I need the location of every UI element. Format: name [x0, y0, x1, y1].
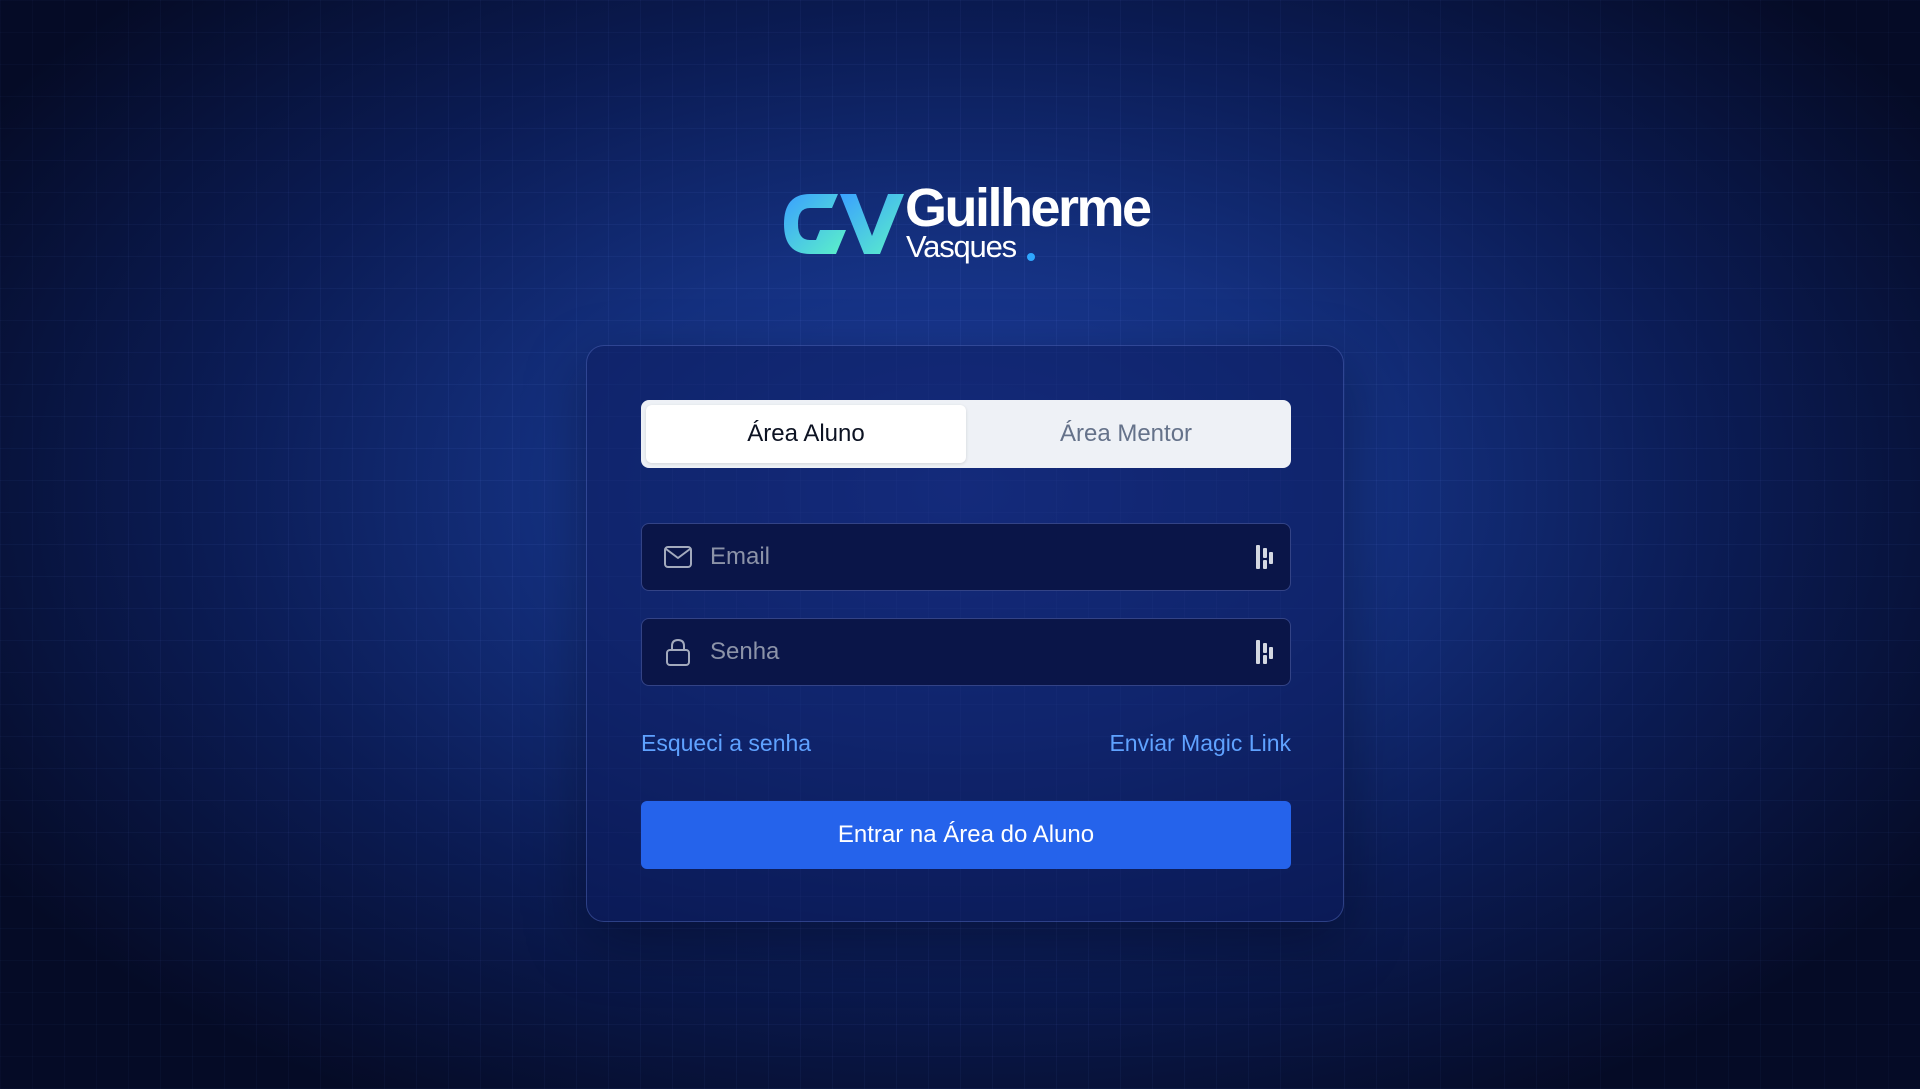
- area-tabs: Área Aluno Área Mentor: [641, 400, 1291, 468]
- password-manager-icon[interactable]: [1254, 544, 1276, 570]
- magic-link-link[interactable]: Enviar Magic Link: [1109, 730, 1291, 757]
- login-card: Área Aluno Área Mentor Email Esqueci a s…: [586, 345, 1344, 922]
- login-submit-button[interactable]: Entrar na Área do Aluno: [641, 801, 1291, 869]
- brand-logo: Guilherme Vasques: [780, 178, 1152, 270]
- tab-area-aluno[interactable]: Área Aluno: [646, 405, 966, 463]
- email-input[interactable]: [695, 523, 1254, 591]
- tab-area-mentor[interactable]: Área Mentor: [966, 405, 1286, 463]
- lock-icon: [661, 635, 695, 669]
- password-field-container: [641, 618, 1291, 686]
- brand-name-last: Vasques: [906, 229, 1017, 264]
- mail-icon: [661, 540, 695, 574]
- email-field-container: [641, 523, 1291, 591]
- forgot-password-link[interactable]: Esqueci a senha: [641, 730, 811, 757]
- password-manager-icon[interactable]: [1254, 639, 1276, 665]
- gv-monogram-icon: [784, 194, 904, 254]
- password-input[interactable]: [695, 618, 1254, 686]
- brand-name-first: Guilherme: [905, 178, 1152, 238]
- auth-links: Esqueci a senha Enviar Magic Link: [641, 730, 1291, 757]
- brand-dot: [1027, 253, 1035, 261]
